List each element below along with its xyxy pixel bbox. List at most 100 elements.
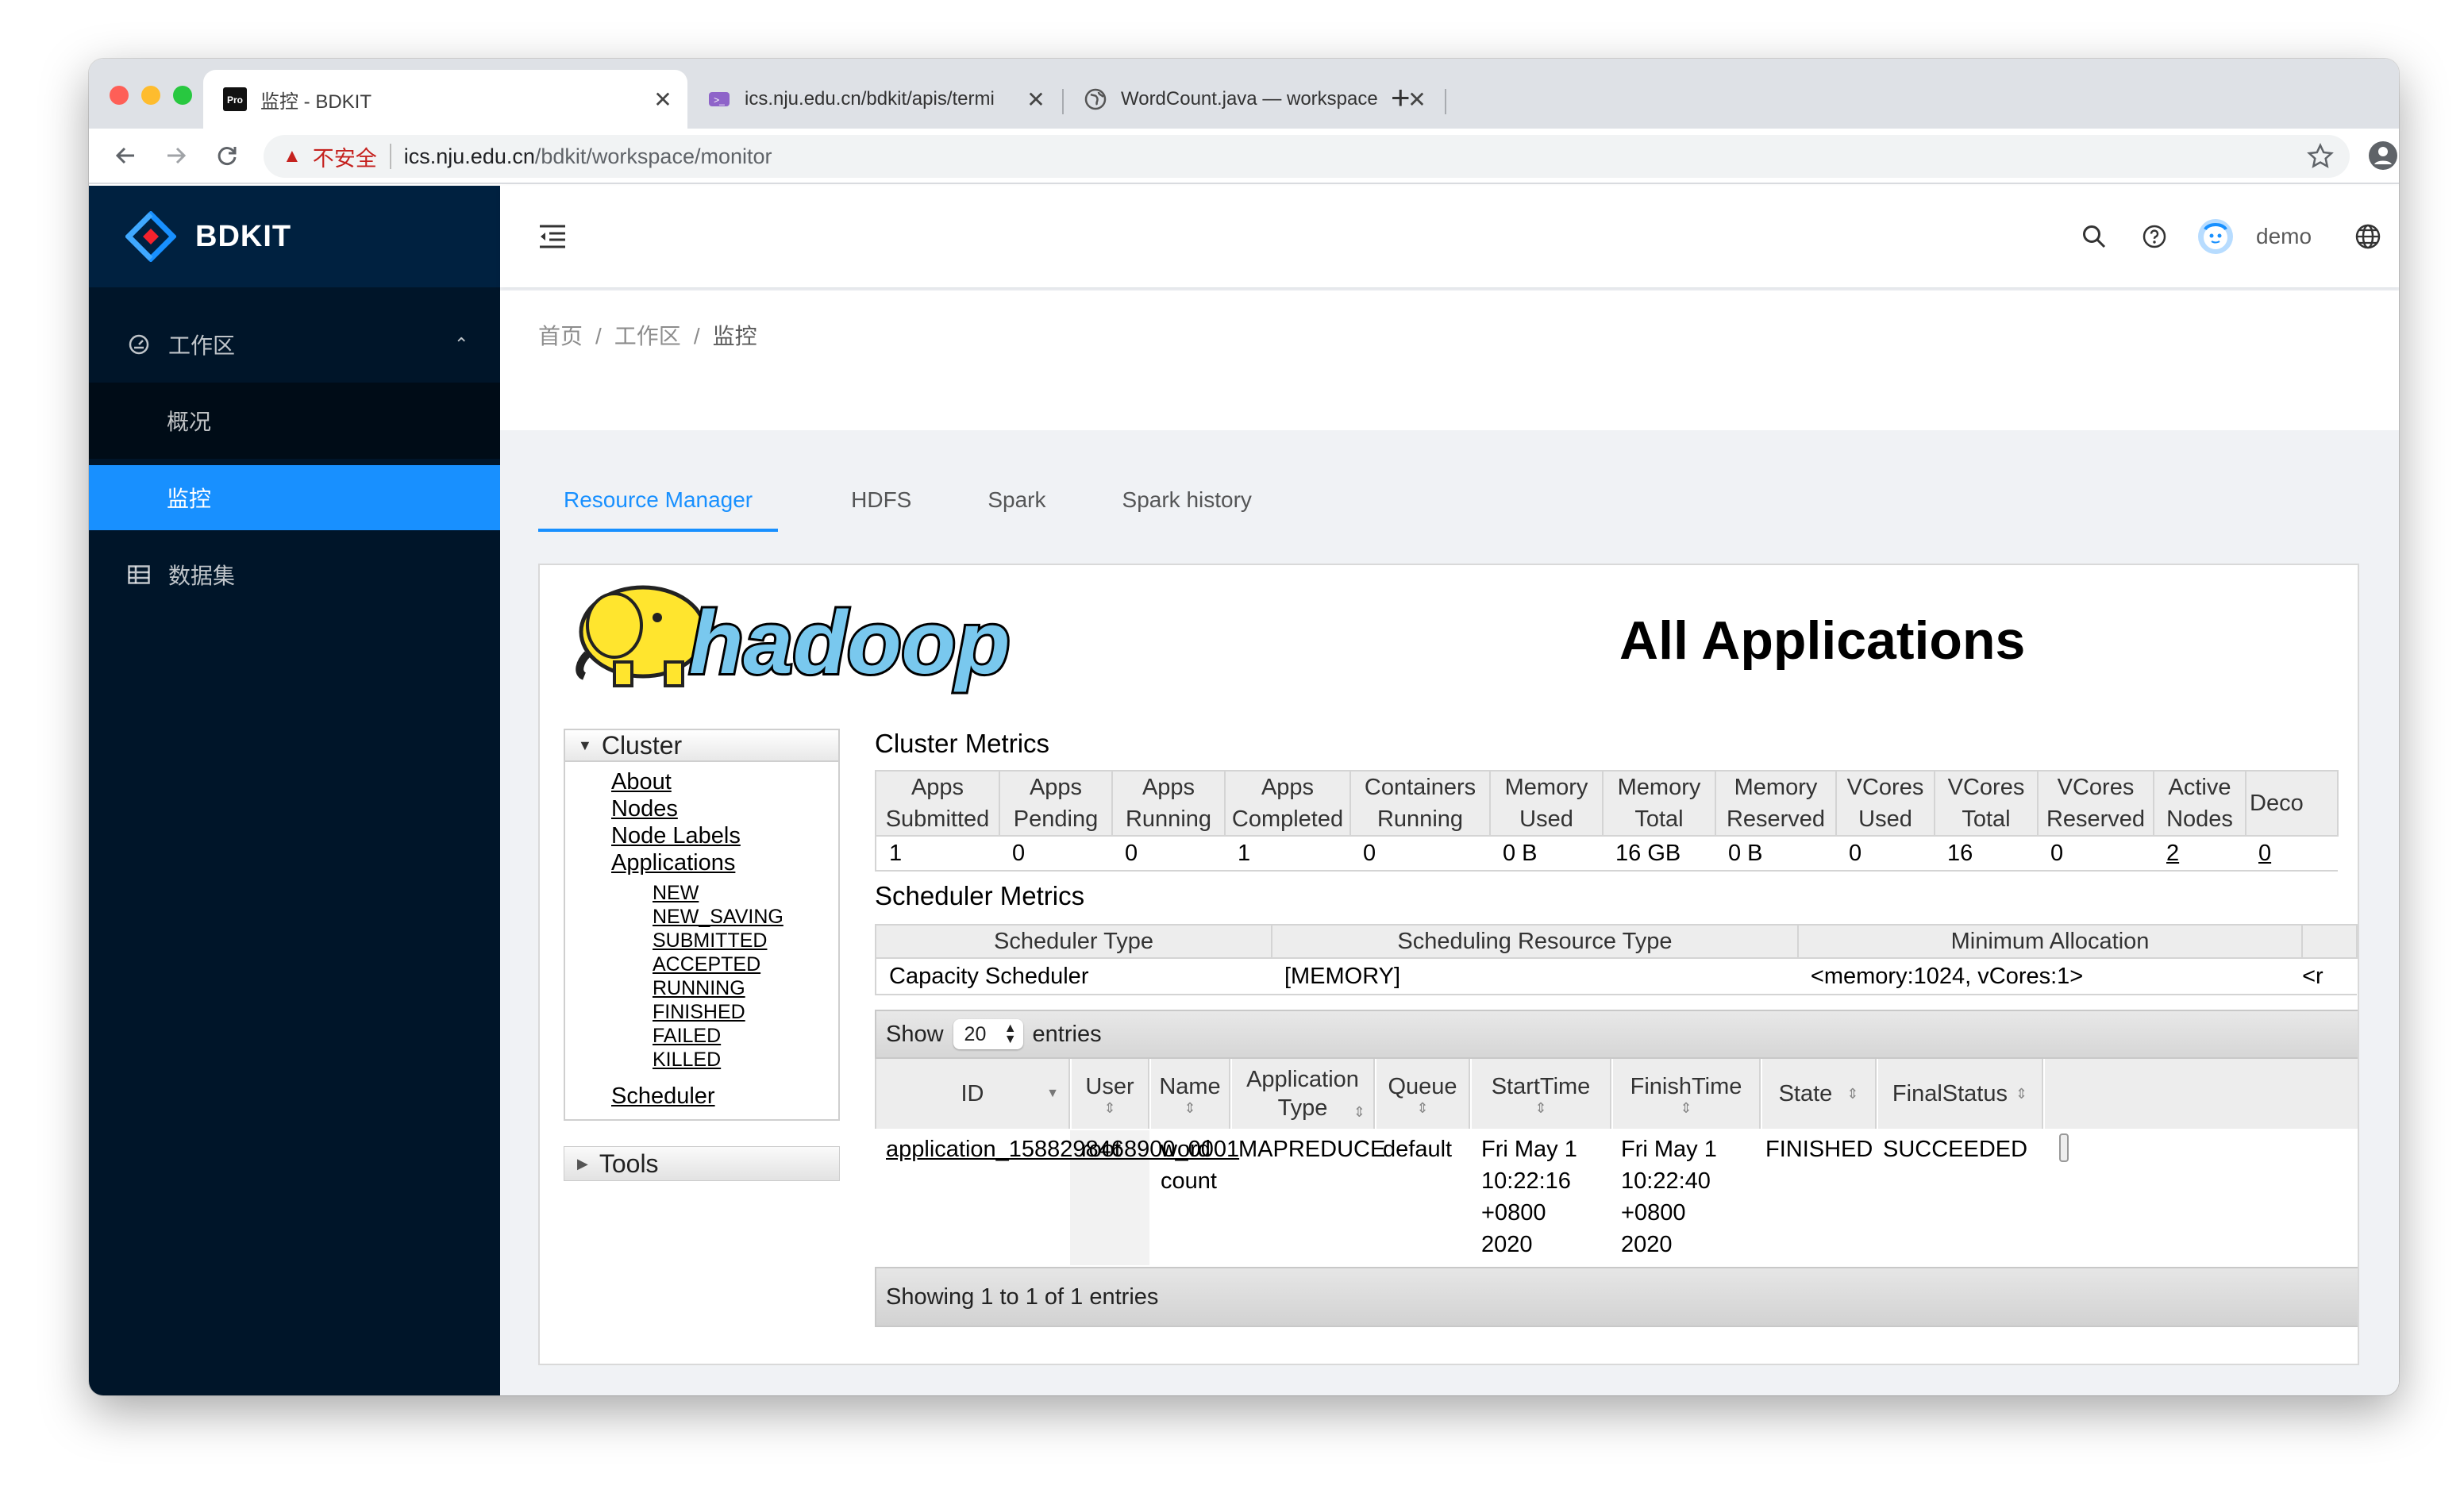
close-tab-icon[interactable]: ✕ xyxy=(651,87,675,113)
browser-tab[interactable]: >_ ics.nju.edu.cn/bdkit/apis/termi ✕ xyxy=(687,70,1061,129)
tab-spark-history[interactable]: Spark history xyxy=(1097,487,1277,532)
sidebar-item-monitor[interactable]: 监控 xyxy=(89,465,500,530)
app-state: FINISHED xyxy=(1765,1137,1873,1162)
nav-link-scheduler[interactable]: Scheduler xyxy=(611,1083,838,1110)
language-button[interactable] xyxy=(2354,221,2381,252)
sidebar-item-label: 数据集 xyxy=(168,564,236,588)
warning-icon: ▲ xyxy=(283,145,302,167)
nav-link-state-accepted[interactable]: ACCEPTED xyxy=(653,952,838,976)
tab-hdfs[interactable]: HDFS xyxy=(826,487,937,532)
column-header-id[interactable]: ID ▼ xyxy=(875,1059,1070,1129)
app-type: MAPREDUCE xyxy=(1238,1137,1386,1162)
bookmark-star-icon[interactable] xyxy=(2307,143,2334,174)
triangle-right-icon: ▶ xyxy=(577,1155,588,1172)
sidebar-item-overview[interactable]: 概况 xyxy=(89,383,500,459)
nav-link-applications[interactable]: Applications xyxy=(611,849,838,876)
user-menu[interactable]: demo xyxy=(2197,219,2312,254)
column-header: Apps Running xyxy=(1111,770,1226,837)
nav-link-about[interactable]: About xyxy=(611,768,838,795)
browser-tab[interactable]: WordCount.java — workspace ✕ xyxy=(1064,70,1442,129)
column-header: VCores Used xyxy=(1835,770,1935,837)
security-indicator[interactable]: ▲ 不安全 xyxy=(283,141,377,172)
nav-link-state-submitted[interactable]: SUBMITTED xyxy=(653,929,838,952)
address-bar[interactable]: ▲ 不安全 ics.nju.edu.cn/bdkit/workspace/mon… xyxy=(264,135,2350,178)
back-button[interactable] xyxy=(108,138,143,173)
brand-name: BDKIT xyxy=(195,219,292,253)
entries-per-page-select[interactable]: 20 ▲ ▼ xyxy=(953,1019,1023,1049)
nav-link-state-finished[interactable]: FINISHED xyxy=(653,1000,838,1024)
column-header-queue[interactable]: Queue ⇕ xyxy=(1375,1059,1470,1129)
nav-link-node-labels[interactable]: Node Labels xyxy=(611,822,838,849)
column-header: Memory Reserved xyxy=(1715,770,1837,837)
app-name: word count xyxy=(1161,1137,1217,1194)
active-nodes-link[interactable]: 2 xyxy=(2154,836,2246,872)
column-header-label: User xyxy=(1085,1074,1134,1099)
nav-link-state-failed[interactable]: FAILED xyxy=(653,1024,838,1048)
tab-resource-manager[interactable]: Resource Manager xyxy=(538,487,779,532)
terminal-icon: >_ xyxy=(706,87,732,112)
minimize-window-button[interactable] xyxy=(141,86,160,105)
column-header-start-time[interactable]: StartTime ⇕ xyxy=(1470,1059,1611,1129)
url-text[interactable]: ics.nju.edu.cn/bdkit/workspace/monitor xyxy=(404,144,772,169)
svg-text:Pro: Pro xyxy=(227,94,243,106)
menu-fold-icon xyxy=(540,225,565,248)
reload-button[interactable] xyxy=(210,138,244,173)
column-header: VCores Total xyxy=(1934,770,2039,837)
breadcrumb-item-home[interactable]: 首页 xyxy=(538,324,583,348)
nav-link-state-new-saving[interactable]: NEW_SAVING xyxy=(653,905,838,929)
column-header-label: ID xyxy=(961,1081,984,1106)
nav-link-state-running[interactable]: RUNNING xyxy=(653,976,838,1000)
column-header-final-status[interactable]: FinalStatus ⇕ xyxy=(1877,1059,2043,1129)
sidebar-item-workspace[interactable]: 工作区 ⌃ xyxy=(89,306,500,383)
column-header-overflow xyxy=(2043,1059,2358,1129)
help-button[interactable] xyxy=(2142,221,2167,252)
tab-spark[interactable]: Spark xyxy=(962,487,1071,532)
svg-text:>_: >_ xyxy=(714,94,725,106)
sidebar-item-datasets[interactable]: 数据集 xyxy=(89,537,500,613)
metric-value: 0 xyxy=(999,836,1112,872)
column-header-finish-time[interactable]: FinishTime ⇕ xyxy=(1611,1059,1761,1129)
tab-strip: Pro 监控 - BDKIT ✕ >_ ics.nju.edu.cn/bdkit… xyxy=(89,59,2399,129)
profile-avatar-button[interactable] xyxy=(2366,138,2399,173)
breadcrumb-item-workspace[interactable]: 工作区 xyxy=(614,324,681,348)
progress-bar xyxy=(2059,1133,2069,1162)
sort-icon: ⇕ xyxy=(1416,1100,1429,1116)
column-header-user[interactable]: User ⇕ xyxy=(1070,1059,1149,1129)
svg-text:hadoop: hadoop xyxy=(689,593,1010,692)
scheduler-metrics-value-row: Capacity Scheduler [MEMORY] <memory:1024… xyxy=(875,958,2357,995)
tools-nav-header[interactable]: ▶ Tools xyxy=(564,1146,840,1181)
metric-value: <memory:1024, vCores:1> xyxy=(1797,958,2303,995)
zoom-window-button[interactable] xyxy=(173,86,192,105)
browser-tab-active[interactable]: Pro 监控 - BDKIT ✕ xyxy=(203,70,687,129)
column-header: Containers Running xyxy=(1349,770,1491,837)
cluster-nav-header[interactable]: ▼ Cluster xyxy=(565,730,838,762)
sidebar-item-label: 概况 xyxy=(167,410,212,434)
metric-value: [MEMORY] xyxy=(1271,958,1798,995)
sidebar: BDKIT 工作区 ⌃ 概况 监控 数据集 xyxy=(89,186,500,1395)
close-tab-icon[interactable]: ✕ xyxy=(1024,87,1048,113)
decommissioned-nodes-link[interactable]: 0 xyxy=(2246,836,2338,872)
column-header: Active Nodes xyxy=(2153,770,2246,837)
chevron-up-icon: ⌃ xyxy=(454,334,469,354)
column-header-label: StartTime xyxy=(1491,1074,1591,1099)
nav-link-state-new[interactable]: NEW xyxy=(653,881,838,905)
new-tab-button[interactable]: + xyxy=(1391,81,1411,114)
nav-link-state-killed[interactable]: KILLED xyxy=(653,1048,838,1072)
column-header-name[interactable]: Name ⇕ xyxy=(1149,1059,1230,1129)
separator xyxy=(389,144,391,169)
forward-button[interactable] xyxy=(159,138,194,173)
menu-fold-button[interactable] xyxy=(538,221,567,252)
metric-value: 0 xyxy=(1112,836,1225,872)
column-header-type[interactable]: Application Type ⇕ xyxy=(1230,1059,1375,1129)
brand[interactable]: BDKIT xyxy=(89,186,500,287)
sort-icon: ⇕ xyxy=(1103,1100,1116,1116)
search-button[interactable] xyxy=(2081,221,2107,252)
nav-link-nodes[interactable]: Nodes xyxy=(611,795,838,822)
arrow-right-icon xyxy=(167,147,187,164)
close-window-button[interactable] xyxy=(110,86,129,105)
column-header: Deco xyxy=(2245,770,2339,837)
column-header xyxy=(2301,924,2358,959)
app-finish-time: Fri May 1 10:22:40 +0800 2020 xyxy=(1621,1137,1717,1257)
column-header-state[interactable]: State ⇕ xyxy=(1761,1059,1877,1129)
column-header-label: FinishTime xyxy=(1630,1074,1742,1099)
